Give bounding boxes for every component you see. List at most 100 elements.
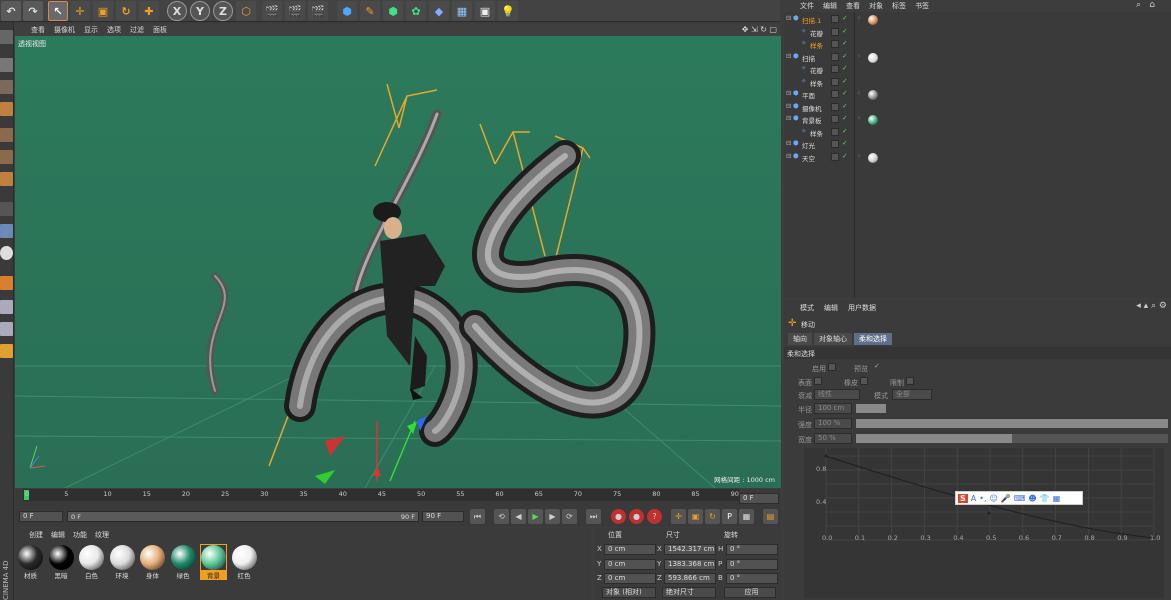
make-editable-icon[interactable]: [0, 30, 13, 44]
visibility-toggle[interactable]: [831, 90, 839, 98]
object-name[interactable]: 背景板: [802, 115, 822, 125]
visibility-toggle[interactable]: [831, 52, 839, 61]
viewport-nav-icons[interactable]: ✥ ⇲ ↻ ▢: [742, 25, 777, 34]
viewport-menu-view[interactable]: 查看: [31, 25, 45, 35]
object-row[interactable]: ⊟ ⬢ 扫描.1 ✓ ⁖: [784, 14, 1171, 27]
expand-icon[interactable]: ⊟: [786, 152, 791, 160]
symmetry-icon[interactable]: [0, 344, 13, 358]
ime-mic-icon[interactable]: 🎤: [1001, 494, 1011, 503]
falloff-select[interactable]: 线性: [814, 389, 860, 400]
object-row[interactable]: ⊟ ⬢ 背景板 ✓ ⁖: [784, 114, 1171, 127]
object-row[interactable]: ✧ 样条 ✓: [784, 127, 1171, 140]
object-menu-edit[interactable]: 编辑: [823, 1, 837, 11]
prev-key-icon[interactable]: ⟲: [494, 509, 509, 524]
enable-checkbox[interactable]: [828, 363, 836, 371]
grid-workplane-icon[interactable]: [0, 322, 13, 336]
enabled-checkmark-icon[interactable]: ✓: [842, 77, 847, 85]
goto-start-icon[interactable]: ⏮: [470, 509, 485, 524]
enabled-checkmark-icon[interactable]: ✓: [842, 39, 847, 47]
strength-slider[interactable]: [856, 419, 1168, 428]
attr-menu-userdata[interactable]: 用户数据: [848, 303, 876, 313]
coord-rotation-field[interactable]: 0 °: [726, 544, 778, 555]
undo-icon[interactable]: ↶: [1, 1, 21, 21]
tab-axis[interactable]: 轴向: [788, 333, 812, 345]
tweak-mode-icon[interactable]: [0, 224, 13, 238]
enabled-checkmark-icon[interactable]: ✓: [842, 102, 847, 110]
material-7[interactable]: 红色: [231, 545, 257, 580]
expand-icon[interactable]: ⊟: [786, 52, 791, 60]
render-to-picture-viewer-icon[interactable]: 🎬: [285, 1, 305, 21]
object-row[interactable]: ✧ 样条 ✓: [784, 39, 1171, 52]
curve-point-start[interactable]: [824, 454, 828, 458]
floor-icon[interactable]: ▦: [452, 1, 472, 21]
surface-checkbox[interactable]: [814, 377, 822, 385]
ime-skin-icon[interactable]: 👕: [1040, 494, 1050, 503]
transform-tool-icon[interactable]: ✚: [139, 1, 159, 21]
attr-nav-icons[interactable]: ◂ ▴ ⌕ ⚙: [1136, 301, 1167, 311]
viewport-menu-filter[interactable]: 过滤: [130, 25, 144, 35]
object-row[interactable]: ⊟ ⬢ 扫描 ✓ ⁖: [784, 52, 1171, 65]
material-tag-icon[interactable]: [868, 90, 878, 100]
visibility-toggle[interactable]: [831, 65, 839, 73]
redo-icon[interactable]: ↷: [23, 1, 43, 21]
axis-mode-icon[interactable]: [0, 202, 13, 216]
object-name[interactable]: 天空: [802, 153, 815, 163]
object-row[interactable]: ⊟ ⬢ 摄像机 ✓: [784, 102, 1171, 115]
sogou-logo-icon[interactable]: S: [958, 493, 968, 503]
record-icon[interactable]: ●: [611, 509, 626, 524]
object-name[interactable]: 摄像机: [802, 103, 822, 113]
visibility-toggle[interactable]: [831, 127, 839, 136]
material-tag-icon[interactable]: [868, 115, 878, 125]
object-menu-tags[interactable]: 标签: [892, 1, 906, 11]
material-tag-icon[interactable]: [868, 152, 878, 163]
timeline-end-field[interactable]: 0 F: [739, 493, 779, 504]
prev-frame-icon[interactable]: ◀: [511, 509, 526, 524]
x-axis-lock[interactable]: X: [167, 1, 187, 21]
snap-icon[interactable]: [0, 246, 13, 260]
magnet-icon[interactable]: [0, 276, 13, 290]
viewport-menu-display[interactable]: 显示: [84, 25, 98, 35]
material-0[interactable]: 材质: [18, 545, 43, 580]
visibility-toggle[interactable]: [831, 115, 839, 123]
object-name[interactable]: 样条: [810, 40, 823, 50]
object-name[interactable]: 灯光: [802, 140, 815, 150]
object-menu-object[interactable]: 对象: [869, 1, 883, 11]
points-mode-icon[interactable]: [0, 128, 13, 142]
home-icon[interactable]: ⌂: [1149, 0, 1155, 10]
object-row[interactable]: ⊟ ⬢ 平面 ✓ ⁖: [784, 89, 1171, 102]
autokey-icon[interactable]: ●: [629, 509, 644, 524]
enabled-checkmark-icon[interactable]: ✓: [842, 114, 847, 122]
viewport-menu-options[interactable]: 选项: [107, 25, 121, 35]
mode-select[interactable]: 全部: [892, 389, 932, 400]
workplane-icon[interactable]: [0, 102, 13, 116]
material-5[interactable]: 绿色: [170, 545, 196, 580]
coord-mode-right[interactable]: 绝对尺寸: [662, 587, 716, 598]
ime-grid-icon[interactable]: ▦: [1053, 494, 1061, 503]
material-3[interactable]: 环境: [109, 545, 135, 580]
coord-size-field[interactable]: 593.866 cm: [664, 573, 716, 584]
ime-user-icon[interactable]: ☻: [1028, 494, 1036, 503]
pen-spline-icon[interactable]: ✎: [360, 1, 380, 21]
curve-point-mid[interactable]: [987, 511, 991, 515]
width-field[interactable]: 50 %: [814, 433, 852, 444]
visibility-toggle[interactable]: [831, 40, 839, 48]
key-param-icon[interactable]: P: [722, 509, 737, 524]
apply-button[interactable]: 应用: [724, 587, 776, 598]
texture-mode-icon[interactable]: [0, 80, 13, 94]
coordinate-system-icon[interactable]: ⬡: [236, 1, 256, 21]
preview-checkmark-icon[interactable]: ✓: [874, 362, 880, 370]
z-axis-lock[interactable]: Z: [213, 1, 233, 21]
expand-icon[interactable]: ⊟: [786, 89, 791, 97]
object-menu-bookmarks[interactable]: 书签: [915, 1, 929, 11]
key-rotation-icon[interactable]: ↻: [705, 509, 720, 524]
radius-field[interactable]: 100 cm: [814, 403, 852, 414]
ime-keyboard-icon[interactable]: ⌨: [1014, 494, 1026, 503]
object-row[interactable]: ⊟ ⬢ 天空 ✓ ⁖: [784, 152, 1171, 165]
material-2[interactable]: 白色: [79, 545, 104, 580]
visibility-toggle[interactable]: [831, 15, 839, 23]
keyframe-selection-icon[interactable]: ?: [647, 509, 662, 524]
key-scale-icon[interactable]: ▣: [688, 509, 703, 524]
current-frame-field[interactable]: 0 F: [19, 511, 63, 522]
visibility-toggle[interactable]: [831, 140, 839, 148]
enabled-checkmark-icon[interactable]: ✓: [842, 152, 847, 160]
